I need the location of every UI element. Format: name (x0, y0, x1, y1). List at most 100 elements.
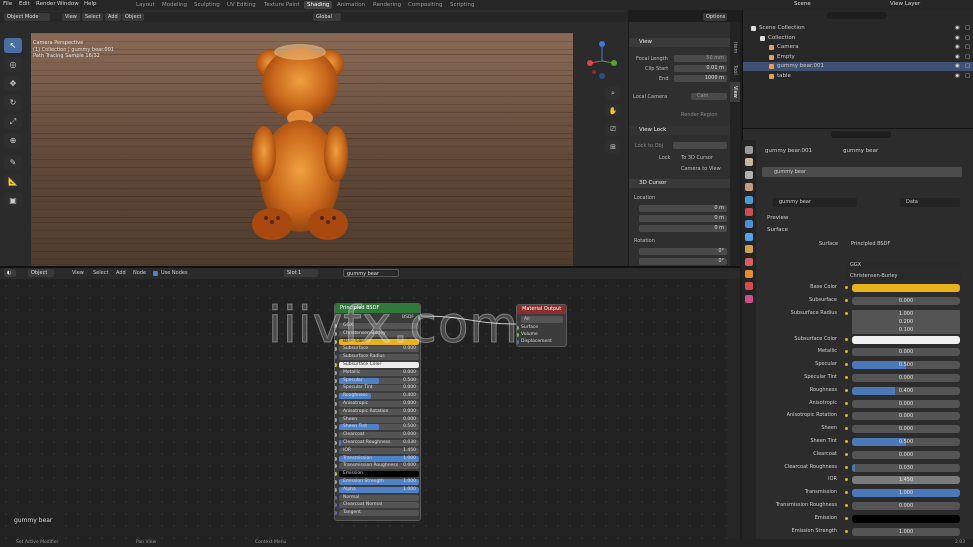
socket-dot-icon[interactable] (845, 504, 848, 507)
bsdf-input-field[interactable]: Anisotropic Rotation 0.000 (339, 408, 419, 415)
bsdf-input-field[interactable]: Transmission Roughness 0.000 (339, 463, 419, 470)
socket-dot-icon[interactable] (845, 388, 848, 392)
socket-dot-icon[interactable] (845, 491, 848, 495)
socket-dot-icon[interactable] (845, 337, 848, 341)
bsdf-input-field[interactable]: Metallic 0.000 (339, 369, 419, 376)
sheen-field[interactable]: 0.000 (852, 425, 960, 434)
socket-dot-icon[interactable] (845, 376, 848, 379)
bsdf-input-socket[interactable] (335, 464, 337, 469)
clearcoat-field[interactable]: 0.000 (852, 450, 960, 459)
outliner-row[interactable]: gummy bear.001 ◉ ▢ (743, 62, 973, 71)
distribution-dropdown[interactable]: GGX (846, 261, 961, 269)
bsdf-input-socket[interactable] (335, 425, 337, 430)
render-camera-icon[interactable]: ▢ (965, 53, 970, 62)
base-color-field[interactable] (852, 284, 960, 292)
properties-tab-icon[interactable] (745, 257, 753, 266)
clearcoat-roughness-field[interactable]: 0.030 (852, 463, 960, 472)
bsdf-input-field[interactable]: Clearcoat 0.000 (339, 432, 419, 439)
bsdf-input-socket[interactable] (335, 402, 337, 406)
bsdf-input-socket[interactable] (335, 480, 337, 484)
preview-panel-header[interactable]: Preview (767, 215, 788, 221)
render-camera-icon[interactable]: ▢ (965, 34, 970, 43)
output-target-dropdown[interactable]: All (521, 316, 563, 323)
bsdf-input-field[interactable]: Emission Strength 1.000 (339, 479, 419, 485)
bsdf-input-socket[interactable] (335, 386, 337, 391)
bsdf-input-socket[interactable] (335, 441, 337, 445)
emission-strength-field[interactable]: 1.000 (852, 527, 960, 536)
bsdf-input-socket[interactable] (335, 472, 337, 477)
render-camera-icon[interactable]: ▢ (965, 24, 970, 33)
properties-tab-icon[interactable] (745, 195, 753, 204)
bsdf-input-socket[interactable] (335, 433, 337, 438)
outliner-row[interactable]: Empty ◉ ▢ (743, 53, 973, 62)
specular-field[interactable]: 0.500 (852, 361, 960, 370)
transmission-roughness-field[interactable]: 0.000 (852, 502, 960, 510)
bsdf-input-field[interactable]: Specular Tint 0.000 (339, 385, 419, 392)
socket-dot-icon[interactable] (845, 529, 848, 533)
bsdf-input-field[interactable]: Roughness 0.400 (339, 393, 419, 400)
bsdf-input-socket[interactable] (335, 409, 337, 414)
properties-tab-icon[interactable] (745, 232, 753, 241)
anisotropic-rotation-field[interactable]: 0.000 (852, 412, 960, 421)
visibility-eye-icon[interactable]: ◉ (955, 62, 960, 71)
socket-dot-icon[interactable] (845, 311, 848, 315)
properties-tab-icon[interactable] (745, 220, 753, 229)
socket-dot-icon[interactable] (845, 516, 848, 520)
properties-tab-icon[interactable] (745, 208, 753, 216)
properties-tab-icon[interactable] (745, 146, 753, 154)
subsurface-radius-0-field[interactable]: 1.000 (852, 309, 960, 318)
visibility-eye-icon[interactable]: ◉ (955, 24, 960, 33)
socket-dot-icon[interactable] (845, 350, 848, 354)
material-slot-list[interactable]: gummy bear (762, 167, 962, 177)
bsdf-input-socket[interactable] (335, 503, 337, 508)
render-camera-icon[interactable]: ▢ (965, 62, 970, 71)
bsdf-input-socket[interactable] (335, 394, 337, 399)
surface-shader-field[interactable]: Principled BSDF (851, 241, 890, 247)
bsdf-input-field[interactable]: Transmission 1.000 (339, 455, 419, 462)
bsdf-input-field[interactable]: IOR 1.450 (339, 447, 419, 454)
bsdf-input-field[interactable]: Sheen 0.000 (339, 416, 419, 423)
bsdf-input-socket[interactable] (335, 378, 337, 383)
anisotropic-field[interactable]: 0.000 (852, 399, 960, 408)
ior-field[interactable]: 1.450 (852, 476, 960, 485)
bsdf-input-field[interactable]: Clearcoat Normal (339, 502, 419, 509)
subsurface-color-field[interactable] (852, 335, 960, 344)
emission-field[interactable] (852, 514, 960, 523)
metallic-field[interactable]: 0.000 (852, 348, 960, 357)
properties-tab-icon[interactable] (745, 270, 753, 278)
view-layer-name[interactable]: View Layer (890, 1, 920, 7)
socket-dot-icon[interactable] (845, 286, 848, 289)
properties-tab-icon[interactable] (745, 170, 753, 179)
specular-tint-field[interactable]: 0.000 (852, 374, 960, 382)
subsurface-field[interactable]: 0.000 (852, 296, 960, 305)
socket-dot-icon[interactable] (845, 440, 848, 443)
bsdf-input-field[interactable]: Clearcoat Roughness 0.030 (339, 440, 419, 446)
socket-dot-icon[interactable] (845, 363, 848, 367)
properties-tab-icon[interactable] (745, 183, 753, 192)
subsurface-radius-2-field[interactable]: 0.100 (852, 325, 960, 334)
subsurface-radius-1-field[interactable]: 0.200 (852, 317, 960, 326)
outliner-row[interactable]: Collection ◉ ▢ (743, 34, 973, 43)
properties-tab-icon[interactable] (745, 294, 753, 303)
socket-dot-icon[interactable] (845, 298, 848, 302)
link-data-dropdown[interactable]: Data (900, 198, 960, 207)
socket-dot-icon[interactable] (845, 427, 848, 431)
properties-tab-icon[interactable] (745, 282, 753, 291)
material-output-node[interactable]: Material Output All Surface Volume Displac… (516, 304, 567, 347)
bsdf-input-field[interactable]: Tangent (339, 510, 419, 517)
sheen-tint-field[interactable]: 0.500 (852, 438, 960, 446)
outliner-row[interactable]: table ◉ ▢ (743, 72, 973, 81)
transmission-field[interactable]: 1.000 (852, 489, 960, 498)
bsdf-input-field[interactable]: Emission (339, 471, 419, 478)
socket-dot-icon[interactable] (845, 414, 848, 418)
subsurface-method-dropdown[interactable]: Christensen-Burley (846, 272, 961, 280)
socket-dot-icon[interactable] (845, 465, 848, 469)
properties-search-input[interactable] (831, 131, 891, 138)
outliner-row[interactable]: Camera ◉ ▢ (743, 43, 973, 52)
bsdf-input-socket[interactable] (335, 370, 337, 375)
material-datablock-field[interactable]: gummy bear (773, 198, 857, 207)
bsdf-input-socket[interactable] (335, 511, 337, 516)
properties-tab-icon[interactable] (745, 245, 753, 254)
outliner-row[interactable]: Scene Collection ◉ ▢ (743, 24, 973, 33)
bsdf-input-socket[interactable] (335, 363, 337, 367)
